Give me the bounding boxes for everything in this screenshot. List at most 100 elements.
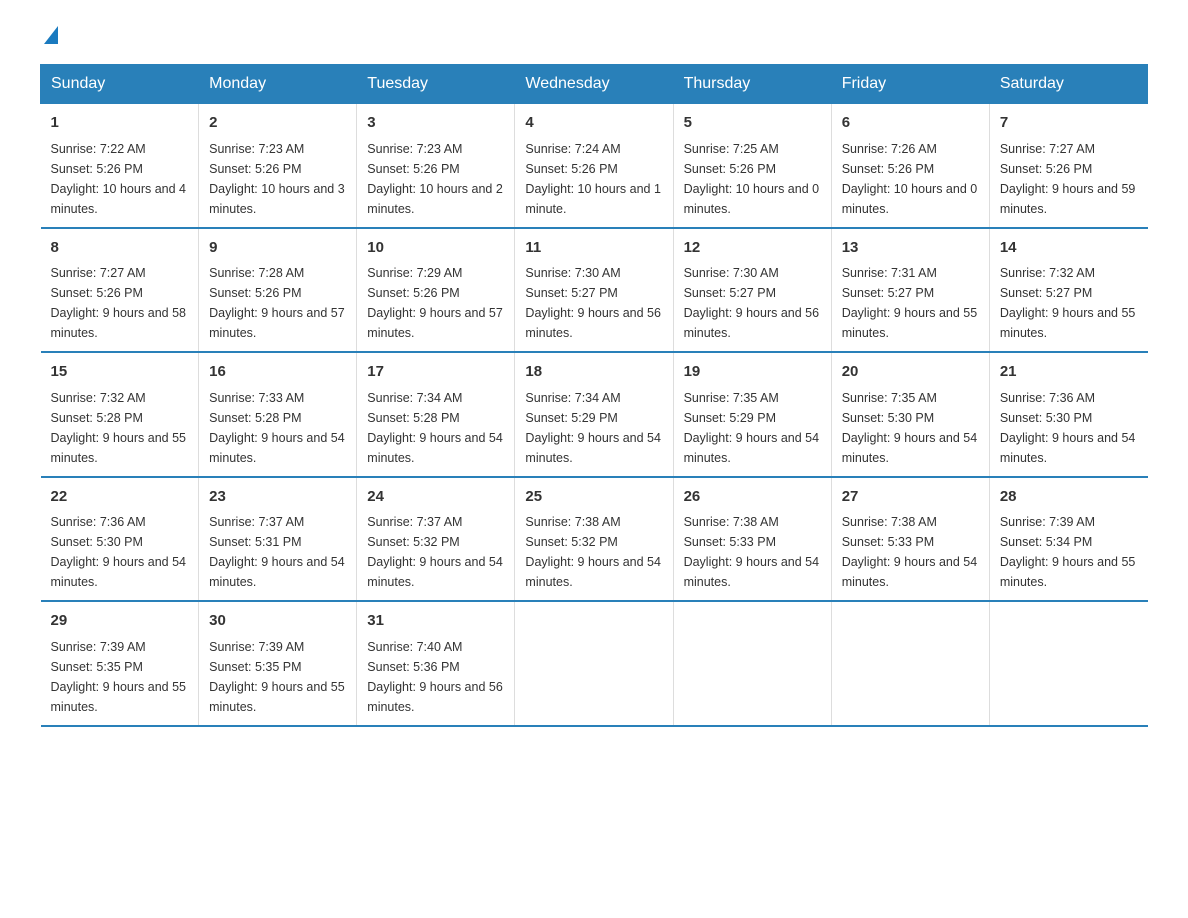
day-info: Sunrise: 7:36 AMSunset: 5:30 PMDaylight:… (51, 515, 187, 589)
calendar-cell: 10 Sunrise: 7:29 AMSunset: 5:26 PMDaylig… (357, 228, 515, 353)
day-info: Sunrise: 7:35 AMSunset: 5:29 PMDaylight:… (684, 391, 820, 465)
logo-triangle-icon (44, 26, 58, 44)
calendar-week-row: 1 Sunrise: 7:22 AMSunset: 5:26 PMDayligh… (41, 104, 1148, 228)
day-info: Sunrise: 7:40 AMSunset: 5:36 PMDaylight:… (367, 640, 503, 714)
day-info: Sunrise: 7:31 AMSunset: 5:27 PMDaylight:… (842, 266, 978, 340)
calendar-cell: 21 Sunrise: 7:36 AMSunset: 5:30 PMDaylig… (989, 352, 1147, 477)
calendar-cell: 17 Sunrise: 7:34 AMSunset: 5:28 PMDaylig… (357, 352, 515, 477)
calendar-cell: 12 Sunrise: 7:30 AMSunset: 5:27 PMDaylig… (673, 228, 831, 353)
calendar-cell: 31 Sunrise: 7:40 AMSunset: 5:36 PMDaylig… (357, 601, 515, 726)
day-number: 19 (684, 361, 821, 384)
day-number: 9 (209, 237, 346, 260)
day-number: 8 (51, 237, 189, 260)
day-info: Sunrise: 7:27 AMSunset: 5:26 PMDaylight:… (1000, 142, 1136, 216)
day-info: Sunrise: 7:35 AMSunset: 5:30 PMDaylight:… (842, 391, 978, 465)
day-info: Sunrise: 7:27 AMSunset: 5:26 PMDaylight:… (51, 266, 187, 340)
day-number: 17 (367, 361, 504, 384)
calendar-cell: 18 Sunrise: 7:34 AMSunset: 5:29 PMDaylig… (515, 352, 673, 477)
calendar-week-row: 8 Sunrise: 7:27 AMSunset: 5:26 PMDayligh… (41, 228, 1148, 353)
day-number: 14 (1000, 237, 1138, 260)
day-info: Sunrise: 7:38 AMSunset: 5:33 PMDaylight:… (684, 515, 820, 589)
calendar-cell: 24 Sunrise: 7:37 AMSunset: 5:32 PMDaylig… (357, 477, 515, 602)
calendar-cell: 27 Sunrise: 7:38 AMSunset: 5:33 PMDaylig… (831, 477, 989, 602)
calendar-cell (831, 601, 989, 726)
header-cell-tuesday: Tuesday (357, 65, 515, 104)
day-number: 11 (525, 237, 662, 260)
day-info: Sunrise: 7:38 AMSunset: 5:33 PMDaylight:… (842, 515, 978, 589)
day-info: Sunrise: 7:30 AMSunset: 5:27 PMDaylight:… (525, 266, 661, 340)
day-info: Sunrise: 7:36 AMSunset: 5:30 PMDaylight:… (1000, 391, 1136, 465)
day-info: Sunrise: 7:33 AMSunset: 5:28 PMDaylight:… (209, 391, 345, 465)
calendar-cell: 28 Sunrise: 7:39 AMSunset: 5:34 PMDaylig… (989, 477, 1147, 602)
day-number: 10 (367, 237, 504, 260)
day-number: 25 (525, 486, 662, 509)
day-number: 2 (209, 112, 346, 135)
calendar-cell: 26 Sunrise: 7:38 AMSunset: 5:33 PMDaylig… (673, 477, 831, 602)
day-number: 16 (209, 361, 346, 384)
day-info: Sunrise: 7:25 AMSunset: 5:26 PMDaylight:… (684, 142, 820, 216)
day-number: 1 (51, 112, 189, 135)
calendar-cell: 1 Sunrise: 7:22 AMSunset: 5:26 PMDayligh… (41, 104, 199, 228)
calendar-cell: 14 Sunrise: 7:32 AMSunset: 5:27 PMDaylig… (989, 228, 1147, 353)
day-number: 31 (367, 610, 504, 633)
day-info: Sunrise: 7:32 AMSunset: 5:28 PMDaylight:… (51, 391, 187, 465)
calendar-week-row: 29 Sunrise: 7:39 AMSunset: 5:35 PMDaylig… (41, 601, 1148, 726)
calendar-cell (515, 601, 673, 726)
day-info: Sunrise: 7:39 AMSunset: 5:34 PMDaylight:… (1000, 515, 1136, 589)
day-number: 28 (1000, 486, 1138, 509)
calendar-week-row: 15 Sunrise: 7:32 AMSunset: 5:28 PMDaylig… (41, 352, 1148, 477)
day-number: 27 (842, 486, 979, 509)
day-info: Sunrise: 7:30 AMSunset: 5:27 PMDaylight:… (684, 266, 820, 340)
day-info: Sunrise: 7:39 AMSunset: 5:35 PMDaylight:… (51, 640, 187, 714)
calendar-cell: 15 Sunrise: 7:32 AMSunset: 5:28 PMDaylig… (41, 352, 199, 477)
calendar-cell: 19 Sunrise: 7:35 AMSunset: 5:29 PMDaylig… (673, 352, 831, 477)
day-info: Sunrise: 7:23 AMSunset: 5:26 PMDaylight:… (209, 142, 345, 216)
calendar-cell: 5 Sunrise: 7:25 AMSunset: 5:26 PMDayligh… (673, 104, 831, 228)
calendar-cell: 13 Sunrise: 7:31 AMSunset: 5:27 PMDaylig… (831, 228, 989, 353)
day-info: Sunrise: 7:32 AMSunset: 5:27 PMDaylight:… (1000, 266, 1136, 340)
header-cell-saturday: Saturday (989, 65, 1147, 104)
day-number: 21 (1000, 361, 1138, 384)
day-info: Sunrise: 7:37 AMSunset: 5:31 PMDaylight:… (209, 515, 345, 589)
calendar-cell: 9 Sunrise: 7:28 AMSunset: 5:26 PMDayligh… (199, 228, 357, 353)
day-number: 20 (842, 361, 979, 384)
calendar-header-row: SundayMondayTuesdayWednesdayThursdayFrid… (41, 65, 1148, 104)
calendar-cell: 8 Sunrise: 7:27 AMSunset: 5:26 PMDayligh… (41, 228, 199, 353)
calendar-cell: 6 Sunrise: 7:26 AMSunset: 5:26 PMDayligh… (831, 104, 989, 228)
calendar-cell: 23 Sunrise: 7:37 AMSunset: 5:31 PMDaylig… (199, 477, 357, 602)
day-number: 29 (51, 610, 189, 633)
calendar-cell (673, 601, 831, 726)
day-info: Sunrise: 7:28 AMSunset: 5:26 PMDaylight:… (209, 266, 345, 340)
day-number: 3 (367, 112, 504, 135)
header-cell-wednesday: Wednesday (515, 65, 673, 104)
calendar-cell: 22 Sunrise: 7:36 AMSunset: 5:30 PMDaylig… (41, 477, 199, 602)
day-info: Sunrise: 7:29 AMSunset: 5:26 PMDaylight:… (367, 266, 503, 340)
day-info: Sunrise: 7:37 AMSunset: 5:32 PMDaylight:… (367, 515, 503, 589)
calendar-cell: 7 Sunrise: 7:27 AMSunset: 5:26 PMDayligh… (989, 104, 1147, 228)
day-info: Sunrise: 7:26 AMSunset: 5:26 PMDaylight:… (842, 142, 978, 216)
calendar-cell (989, 601, 1147, 726)
day-number: 15 (51, 361, 189, 384)
calendar-table: SundayMondayTuesdayWednesdayThursdayFrid… (40, 64, 1148, 727)
day-number: 7 (1000, 112, 1138, 135)
day-number: 4 (525, 112, 662, 135)
calendar-cell: 25 Sunrise: 7:38 AMSunset: 5:32 PMDaylig… (515, 477, 673, 602)
calendar-week-row: 22 Sunrise: 7:36 AMSunset: 5:30 PMDaylig… (41, 477, 1148, 602)
day-number: 30 (209, 610, 346, 633)
day-number: 12 (684, 237, 821, 260)
calendar-cell: 4 Sunrise: 7:24 AMSunset: 5:26 PMDayligh… (515, 104, 673, 228)
day-number: 13 (842, 237, 979, 260)
header-cell-sunday: Sunday (41, 65, 199, 104)
calendar-cell: 3 Sunrise: 7:23 AMSunset: 5:26 PMDayligh… (357, 104, 515, 228)
calendar-cell: 30 Sunrise: 7:39 AMSunset: 5:35 PMDaylig… (199, 601, 357, 726)
day-number: 5 (684, 112, 821, 135)
logo (40, 30, 58, 44)
calendar-cell: 29 Sunrise: 7:39 AMSunset: 5:35 PMDaylig… (41, 601, 199, 726)
day-info: Sunrise: 7:24 AMSunset: 5:26 PMDaylight:… (525, 142, 661, 216)
header (40, 30, 1148, 44)
day-info: Sunrise: 7:34 AMSunset: 5:28 PMDaylight:… (367, 391, 503, 465)
header-cell-monday: Monday (199, 65, 357, 104)
day-info: Sunrise: 7:34 AMSunset: 5:29 PMDaylight:… (525, 391, 661, 465)
day-number: 6 (842, 112, 979, 135)
day-info: Sunrise: 7:38 AMSunset: 5:32 PMDaylight:… (525, 515, 661, 589)
